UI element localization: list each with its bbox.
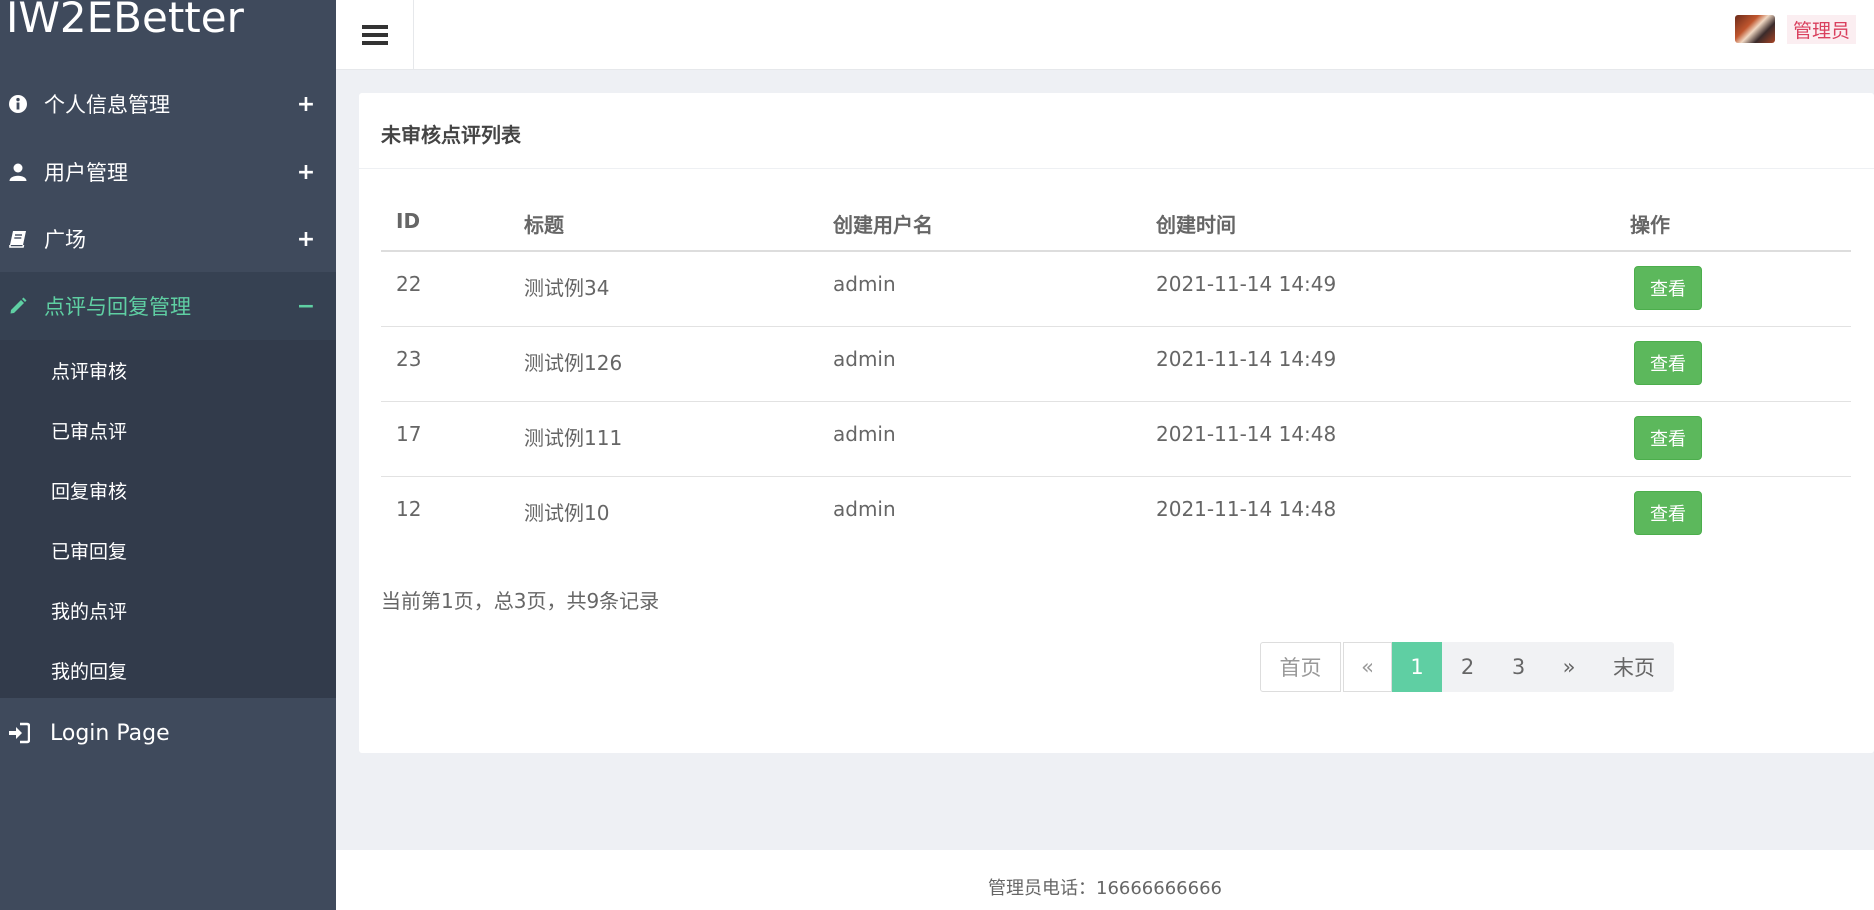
plus-icon: +	[296, 159, 316, 185]
info-icon	[8, 94, 28, 114]
column-header-user: 创建用户名	[833, 213, 933, 237]
pagination-summary: 当前第1页，总3页，共9条记录	[381, 589, 660, 613]
cell-time: 2021-11-14 14:48	[1156, 497, 1337, 521]
page-title: 未审核点评列表	[381, 123, 521, 147]
sidebar-item-label: 广场	[44, 228, 86, 252]
column-header-title: 标题	[524, 213, 564, 237]
submenu-item-audited-replies[interactable]: 已审回复	[0, 520, 336, 580]
sidebar-item-login[interactable]: Login Page	[0, 700, 336, 766]
panel-header: 未审核点评列表	[359, 93, 1874, 169]
page-button-2[interactable]: 2	[1442, 642, 1493, 692]
pagination: 首页 « 1 2 3 » 末页	[1260, 642, 1674, 692]
view-button[interactable]: 查看	[1634, 266, 1702, 310]
cell-user: admin	[833, 347, 896, 371]
submenu-item-reply-audit[interactable]: 回复审核	[0, 460, 336, 520]
table-row: 17 测试例111 admin 2021-11-14 14:48 查看	[381, 402, 1851, 477]
submenu-item-label: 回复审核	[51, 480, 128, 503]
topbar: 管理员	[336, 0, 1874, 70]
sidebar-item-users[interactable]: 用户管理 +	[0, 138, 336, 206]
cell-user: admin	[833, 272, 896, 296]
cell-id: 23	[396, 347, 422, 371]
sidebar-item-label: 个人信息管理	[44, 93, 170, 117]
sidebar-item-reviews[interactable]: 点评与回复管理 −	[0, 272, 336, 340]
cell-time: 2021-11-14 14:48	[1156, 422, 1337, 446]
submenu-item-label: 我的回复	[51, 660, 128, 683]
sidebar-item-label: 用户管理	[44, 161, 128, 185]
cell-user: admin	[833, 422, 896, 446]
table-row: 22 测试例34 admin 2021-11-14 14:49 查看	[381, 252, 1851, 327]
table-row: 23 测试例126 admin 2021-11-14 14:49 查看	[381, 327, 1851, 402]
user-icon	[8, 162, 28, 182]
cell-id: 22	[396, 272, 422, 296]
cell-user: admin	[833, 497, 896, 521]
pencil-icon	[8, 296, 28, 316]
cell-time: 2021-11-14 14:49	[1156, 272, 1337, 296]
sidebar-item-label: Login Page	[50, 720, 170, 746]
footer: 管理员电话：16666666666	[336, 850, 1874, 910]
submenu-item-my-reviews[interactable]: 我的点评	[0, 580, 336, 640]
view-button[interactable]: 查看	[1634, 416, 1702, 460]
cell-title: 测试例10	[524, 501, 610, 525]
cell-time: 2021-11-14 14:49	[1156, 347, 1337, 371]
minus-icon: −	[296, 293, 316, 319]
cell-title: 测试例111	[524, 426, 623, 450]
page-last-button[interactable]: 末页	[1594, 642, 1674, 692]
table-row: 12 测试例10 admin 2021-11-14 14:48 查看	[381, 477, 1851, 552]
menu-toggle-button[interactable]	[336, 0, 414, 70]
plus-icon: +	[296, 226, 316, 252]
sidebar-item-label: 点评与回复管理	[44, 295, 191, 319]
avatar[interactable]	[1734, 15, 1775, 43]
plus-icon: +	[296, 91, 316, 117]
cell-id: 12	[396, 497, 422, 521]
submenu-item-review-audit[interactable]: 点评审核	[0, 340, 336, 400]
review-list-panel: 未审核点评列表 ID 标题 创建用户名 创建时间 操作 22 测试例34 adm…	[359, 93, 1874, 753]
hamburger-icon	[361, 21, 388, 49]
submenu-item-my-replies[interactable]: 我的回复	[0, 640, 336, 700]
cell-title: 测试例126	[524, 351, 623, 375]
username[interactable]: 管理员	[1786, 14, 1856, 44]
brand-logo[interactable]: IW2EBetter	[6, 0, 244, 46]
book-icon	[8, 229, 28, 249]
user-menu[interactable]: 管理员	[1734, 14, 1856, 44]
submenu-item-label: 我的点评	[51, 600, 128, 623]
submenu-item-label: 已审回复	[51, 540, 128, 563]
cell-title: 测试例34	[524, 276, 610, 300]
view-button[interactable]: 查看	[1634, 491, 1702, 535]
submenu-item-label: 已审点评	[51, 420, 128, 443]
page-button-3[interactable]: 3	[1493, 642, 1544, 692]
column-header-action: 操作	[1630, 213, 1670, 237]
footer-contact: 管理员电话：16666666666	[988, 878, 1222, 899]
sidebar-item-square[interactable]: 广场 +	[0, 205, 336, 273]
submenu-item-label: 点评审核	[51, 360, 128, 383]
sidebar: IW2EBetter 个人信息管理 + 用户管理 + 广场 + 点评与回复管理 …	[0, 0, 336, 910]
sign-in-icon	[8, 722, 30, 744]
column-header-time: 创建时间	[1156, 213, 1236, 237]
page-first-button[interactable]: 首页	[1260, 642, 1341, 692]
page-prev-button[interactable]: «	[1343, 642, 1392, 692]
cell-id: 17	[396, 422, 422, 446]
page-next-button[interactable]: »	[1544, 642, 1594, 692]
column-header-id: ID	[396, 209, 421, 233]
reviews-submenu: 点评审核 已审点评 回复审核 已审回复 我的点评 我的回复	[0, 340, 336, 698]
page-button-1[interactable]: 1	[1392, 642, 1442, 692]
view-button[interactable]: 查看	[1634, 341, 1702, 385]
sidebar-item-profile[interactable]: 个人信息管理 +	[0, 70, 336, 138]
submenu-item-audited-reviews[interactable]: 已审点评	[0, 400, 336, 460]
